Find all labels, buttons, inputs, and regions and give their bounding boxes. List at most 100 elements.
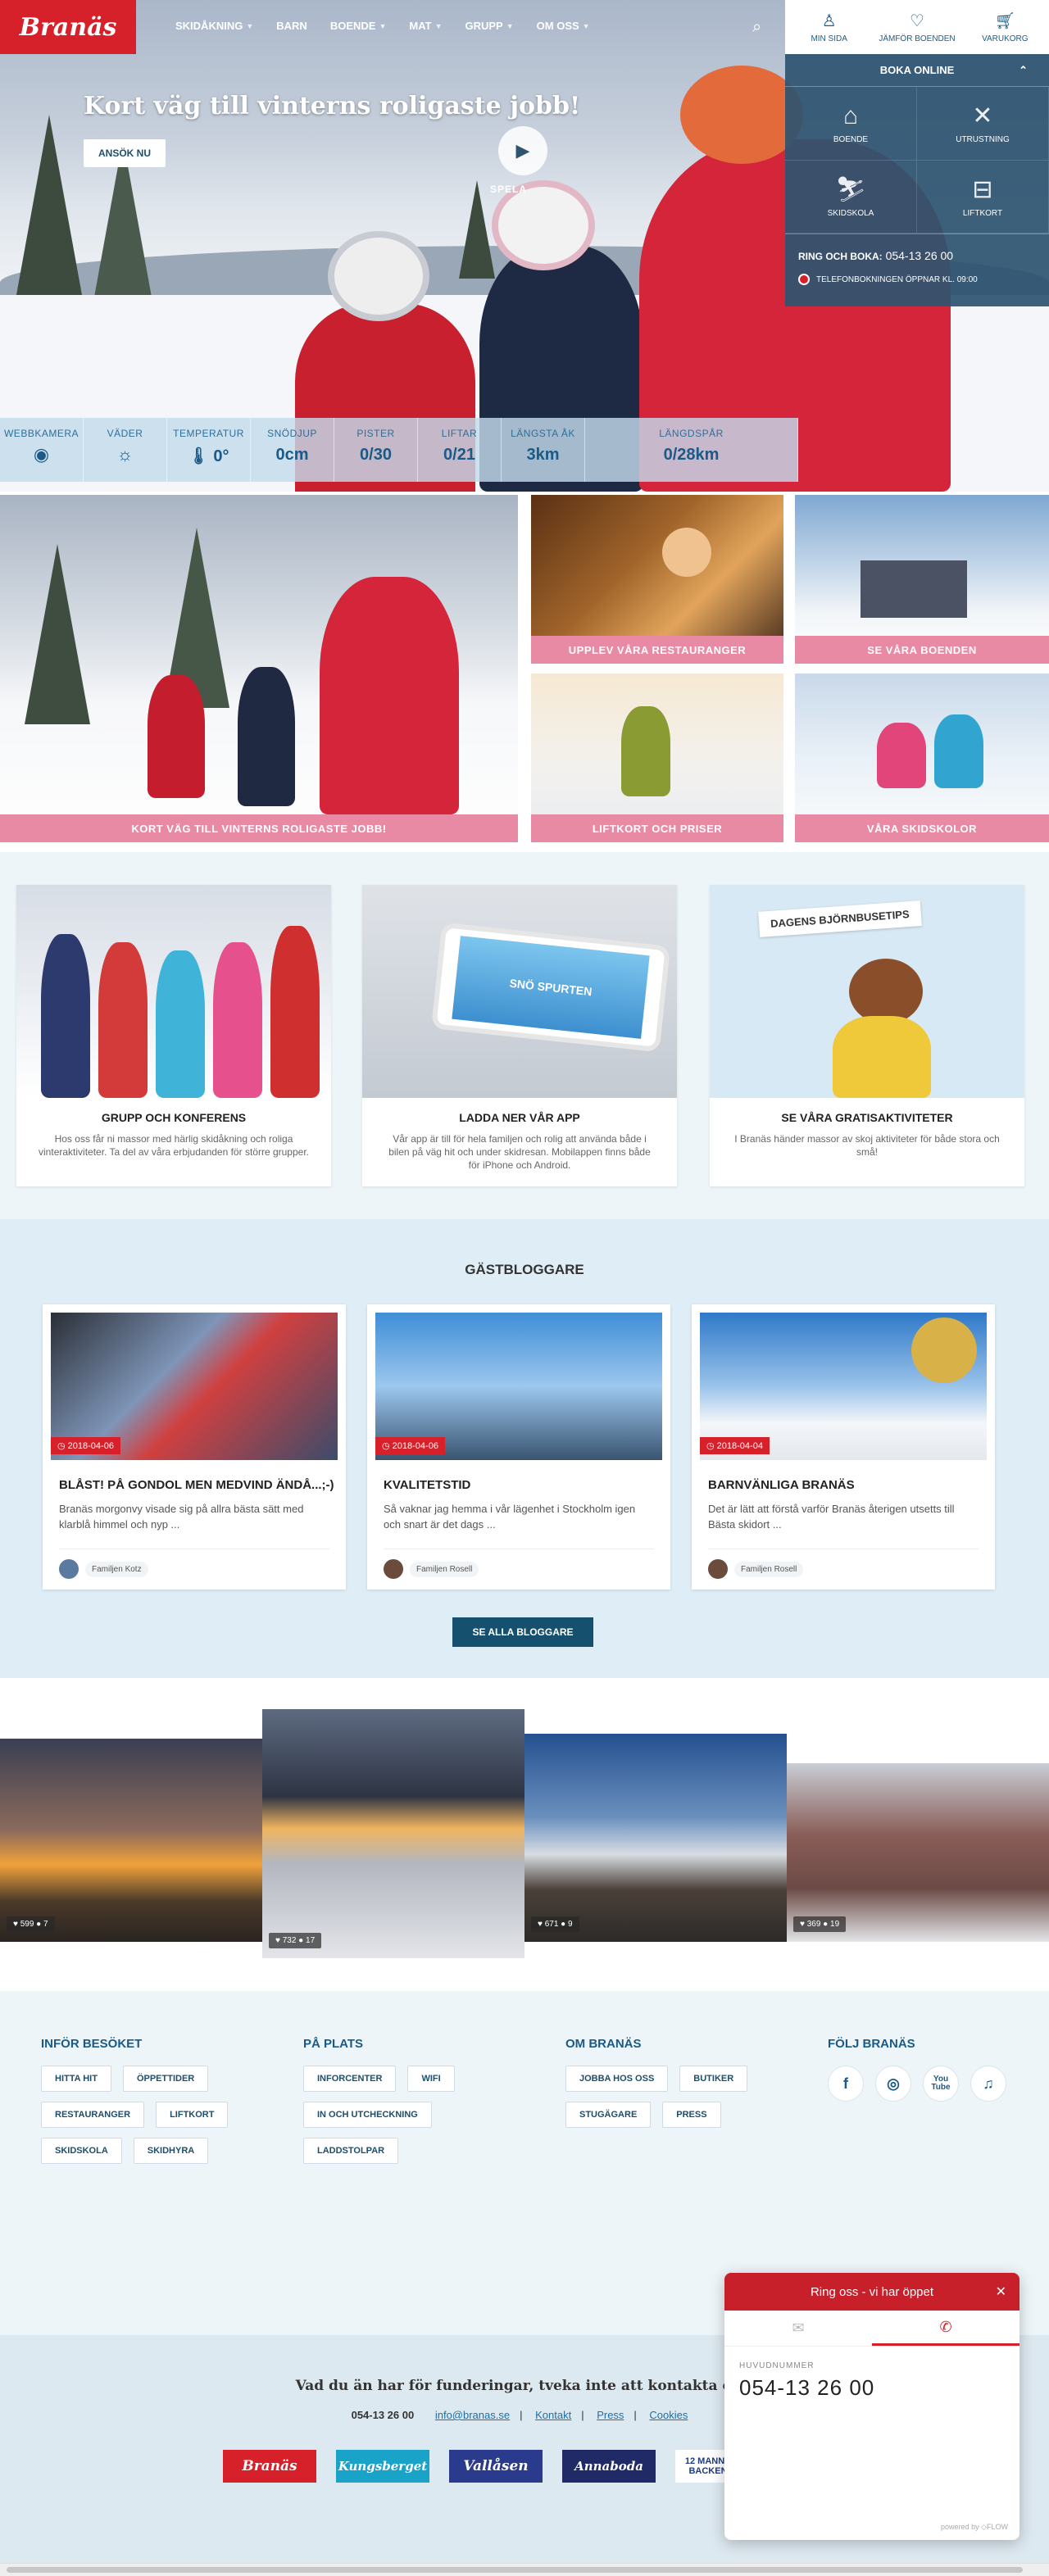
post-title[interactable]: BLÅST! PÅ GONDOL MEN MEDVIND ÄNDÅ...;-): [59, 1478, 334, 1492]
booking-header[interactable]: BOKA ONLINE ⌃: [785, 54, 1049, 87]
instagram-photo[interactable]: ♥ 732 ● 17: [262, 1709, 524, 1958]
contact-link[interactable]: Kontakt: [535, 2409, 571, 2421]
footer-col-about: OM BRANÄS JOBBA HOS OSS BUTIKER STUGÄGAR…: [565, 2037, 770, 2128]
email-tab-icon[interactable]: ✉: [724, 2311, 872, 2346]
top-bar: Branäs SKIDÅKNING ▼ BARN BOENDE ▼ MAT ▼ GRU…: [0, 0, 785, 54]
footer-link[interactable]: SKIDSKOLA: [41, 2138, 122, 2164]
tile-liftpass[interactable]: LIFTKORT OCH PRISER: [531, 673, 783, 842]
tile-restaurants[interactable]: UPPLEV VÅRA RESTAURANGER: [531, 495, 783, 664]
partner-logo-annaboda[interactable]: Annaboda: [562, 2450, 656, 2483]
chevron-down-icon: ▼: [506, 21, 514, 30]
footer-link[interactable]: ÖPPETTIDER: [122, 2066, 209, 2092]
instagram-photo[interactable]: ♥ 369 ● 19: [787, 1763, 1049, 1942]
card-groups[interactable]: GRUPP OCH KONFERENS Hos oss får ni masso…: [16, 885, 331, 1186]
app-screen: SNÖ SPURTEN: [452, 936, 650, 1039]
scrollbar-thumb[interactable]: [7, 2567, 1023, 2573]
number-label: HUVUDNUMMER: [739, 2361, 815, 2370]
tile-caption: SE VÅRA BOENDEN: [795, 636, 1049, 664]
footer-link[interactable]: PRESS: [662, 2102, 721, 2128]
card-app[interactable]: SNÖ SPURTEN LADDA NER VÅR APP Vår app är…: [362, 885, 677, 1186]
section-title: GÄSTBLOGGARE: [465, 1262, 584, 1277]
all-bloggers-button[interactable]: SE ALLA BLOGGARE: [452, 1617, 593, 1647]
cart-link[interactable]: 🛒︎ VARUKORG: [961, 0, 1049, 54]
contact-email[interactable]: info@branas.se: [435, 2409, 510, 2421]
footer-heading: PÅ PLATS: [303, 2037, 364, 2051]
card-skier: [156, 950, 205, 1098]
clock-icon: ◷: [57, 1441, 66, 1451]
site-logo[interactable]: Branäs: [0, 0, 136, 54]
post-date: ◷ 2018-04-04: [700, 1437, 770, 1454]
tile-lodging[interactable]: SE VÅRA BOENDEN: [795, 495, 1049, 664]
footer-link[interactable]: STUGÄGARE: [565, 2102, 652, 2128]
card-title: SE VÅRA GRATISAKTIVITETER: [781, 1111, 953, 1124]
nav-item-skidakning[interactable]: SKIDÅKNING ▼: [175, 20, 253, 32]
footer-link[interactable]: WIFI: [407, 2066, 455, 2092]
footer-link[interactable]: SKIDHYRA: [133, 2138, 209, 2164]
instagram-photo[interactable]: ♥ 599 ● 7: [0, 1739, 262, 1942]
nav-item-mat[interactable]: MAT ▼: [409, 20, 442, 32]
tile-skier: [238, 667, 295, 806]
nav-item-boende[interactable]: BOENDE ▼: [330, 20, 387, 32]
post-excerpt: Branäs morgonvy visade sig på allra bäst…: [59, 1503, 304, 1531]
booking-panel: BOKA ONLINE ⌃ ⌂ BOENDE ✕ UTRUSTNING ⛷︎ SKIDS…: [785, 54, 1049, 306]
nav-item-grupp[interactable]: GRUPP ▼: [465, 20, 514, 32]
footer-link[interactable]: IN OCH UTCHECKNING: [303, 2102, 432, 2128]
tile-skischool[interactable]: VÅRA SKIDSKOLOR: [795, 673, 1049, 842]
award-badge: [911, 1317, 977, 1383]
blog-post[interactable]: ◷ 2018-04-06 KVALITETSTID Så vaknar jag …: [367, 1304, 670, 1590]
nav-item-om-oss[interactable]: OM OSS ▼: [537, 20, 590, 32]
tile-caption: KORT VÄG TILL VINTERNS ROLIGASTE JOBB!: [0, 814, 518, 842]
footer-link[interactable]: JOBBA HOS OSS: [565, 2066, 669, 2092]
booking-skischool[interactable]: ⛷︎ SKIDSKOLA: [785, 160, 917, 234]
phone-tab-icon[interactable]: ✆: [872, 2311, 1019, 2346]
booking-equipment[interactable]: ✕ UTRUSTNING: [917, 87, 1049, 161]
card-text: Vår app är till för hela familjen och ro…: [388, 1133, 651, 1171]
partner-logo-branas[interactable]: Branäs: [223, 2450, 316, 2483]
instagram-photo[interactable]: ♥ 671 ● 9: [524, 1734, 787, 1942]
footer-link[interactable]: BUTIKER: [679, 2066, 748, 2092]
partner-logo-vallasen[interactable]: Vallåsen: [449, 2450, 543, 2483]
footer-link[interactable]: INFORCENTER: [303, 2066, 397, 2092]
chevron-up-icon[interactable]: ⌃: [1019, 64, 1028, 77]
stat-xc-tracks: LÄNGDSPÅR 0/28km: [585, 418, 798, 482]
call-widget: Ring oss - vi har öppet ✕ ✉ ✆ HUVUDNUMMER…: [724, 2273, 1019, 2540]
stat-weather[interactable]: VÄDER ☼: [84, 418, 167, 482]
photo-stats: ♥ 599 ● 7: [7, 1916, 55, 1932]
booking-lodging[interactable]: ⌂ BOENDE: [785, 87, 917, 161]
cookies-link[interactable]: Cookies: [649, 2409, 688, 2421]
blog-post[interactable]: ◷ 2018-04-04 BARNVÄNLIGA BRANÄS Det är l…: [692, 1304, 995, 1590]
apply-button[interactable]: ANSÖK NU: [84, 139, 166, 167]
card-free-activities[interactable]: DAGENS BJÖRNBUSETIPS SE VÅRA GRATISAKTIV…: [710, 885, 1024, 1186]
compare-lodging-link[interactable]: ♡ JÄMFÖR BOENDEN: [873, 0, 960, 54]
close-icon[interactable]: ✕: [996, 2283, 1006, 2300]
booking-liftpass[interactable]: ⊟ LIFTKORT: [917, 160, 1049, 234]
partner-logo-kungsberget[interactable]: Kungsberget: [336, 2450, 429, 2483]
main-number[interactable]: 054-13 26 00: [739, 2375, 1019, 2401]
search-icon[interactable]: ⌕: [752, 18, 761, 37]
my-page-link[interactable]: ♙ MIN SIDA: [785, 0, 873, 54]
blog-post[interactable]: ◷ 2018-04-06 BLÅST! PÅ GONDOL MEN MEDVIN…: [43, 1304, 346, 1590]
horizontal-scrollbar[interactable]: [0, 2563, 1049, 2576]
card-skier: [270, 926, 320, 1098]
photo-stats: ♥ 369 ● 19: [793, 1916, 847, 1932]
photo-stats: ♥ 671 ● 9: [531, 1916, 579, 1932]
spotify-icon[interactable]: ♫: [970, 2066, 1006, 2102]
facebook-icon[interactable]: f: [828, 2066, 864, 2102]
youtube-icon[interactable]: You Tube: [923, 2066, 959, 2102]
play-icon[interactable]: ▶: [498, 126, 547, 175]
footer-link[interactable]: RESTAURANGER: [41, 2102, 145, 2128]
post-title[interactable]: BARNVÄNLIGA BRANÄS: [708, 1478, 855, 1492]
tile-skier: [320, 577, 459, 814]
tile-jobs[interactable]: KORT VÄG TILL VINTERNS ROLIGASTE JOBB!: [0, 495, 518, 842]
nav-item-barn[interactable]: BARN: [276, 20, 307, 32]
footer-link[interactable]: LADDSTOLPAR: [303, 2138, 399, 2164]
press-link[interactable]: Press: [597, 2409, 624, 2421]
footer-heading: INFÖR BESÖKET: [41, 2037, 143, 2051]
stat-webcam[interactable]: WEBBKAMERA ◉: [0, 418, 84, 482]
instagram-icon[interactable]: ◎: [875, 2066, 911, 2102]
footer-link[interactable]: HITTA HIT: [41, 2066, 111, 2092]
contact-phone[interactable]: 054-13 26 00: [352, 2409, 415, 2421]
post-title[interactable]: KVALITETSTID: [384, 1478, 470, 1492]
footer-link[interactable]: LIFTKORT: [156, 2102, 229, 2128]
card-image: SNÖ SPURTEN: [362, 885, 677, 1098]
